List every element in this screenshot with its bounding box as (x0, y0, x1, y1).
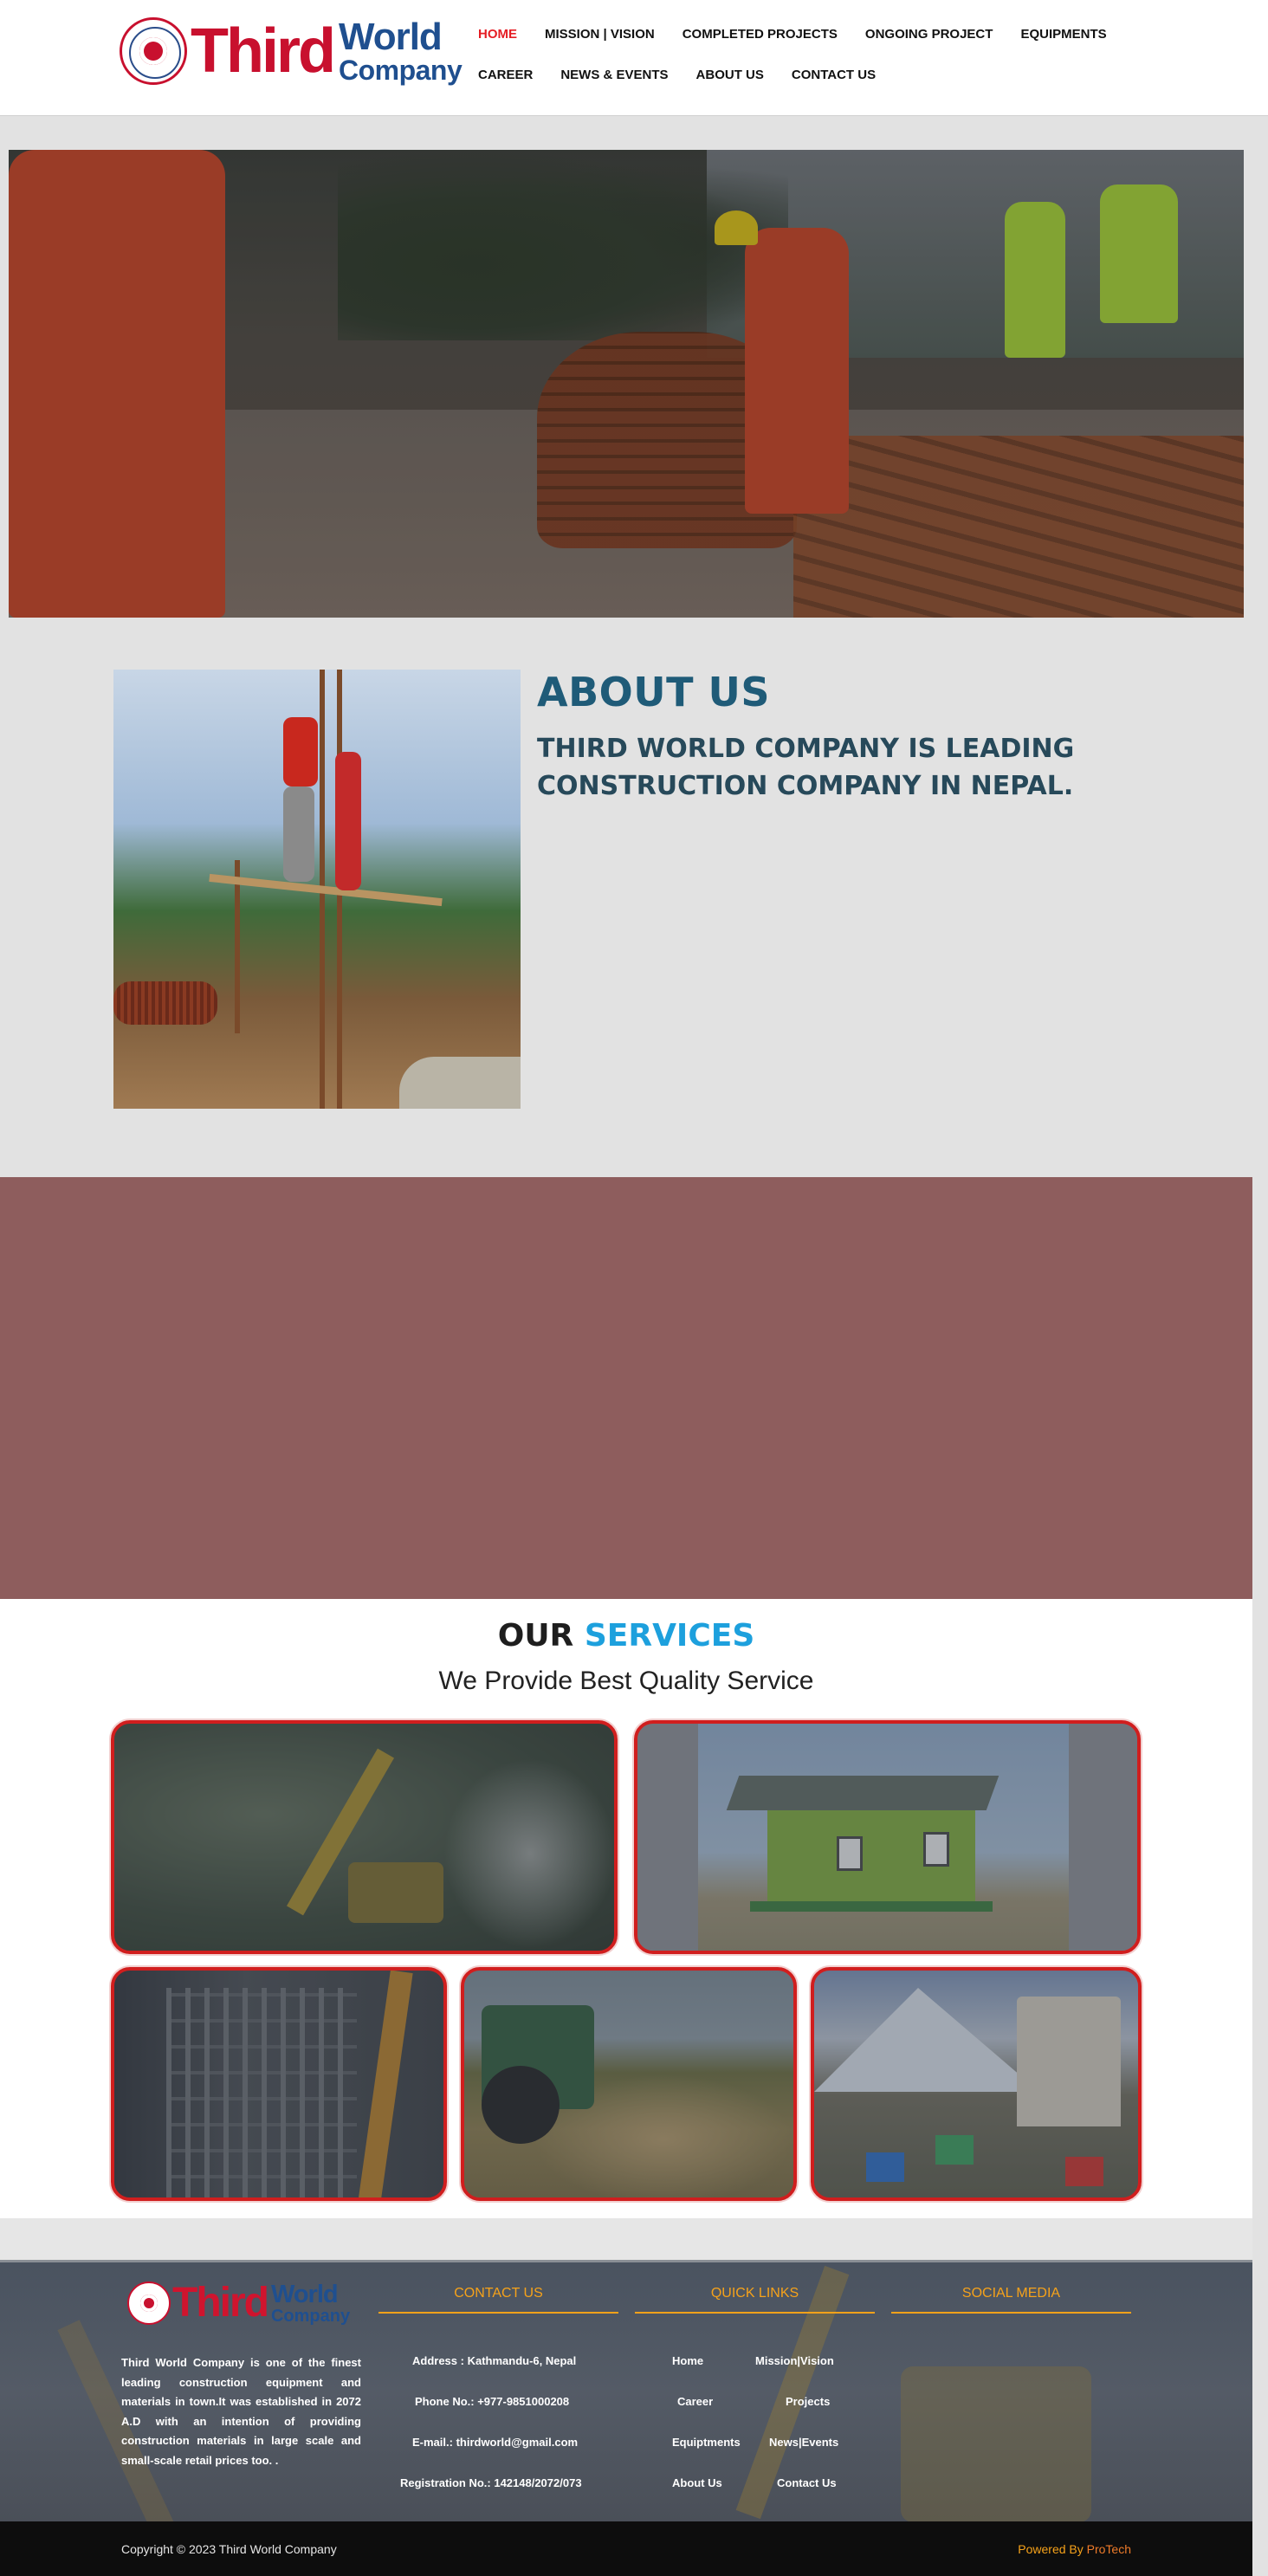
powered-by-link[interactable]: ProTech (1087, 2542, 1131, 2556)
site-logo[interactable]: Third World Company (120, 16, 463, 86)
footer-link-career[interactable]: Career (677, 2395, 713, 2408)
services-title-highlight: SERVICES (584, 1618, 755, 1654)
logo-text-world: World (338, 16, 443, 58)
nav-news-events[interactable]: NEWS & EVENTS (560, 67, 668, 84)
footer-email: E-mail.: thirdworld@gmail.com (412, 2436, 579, 2449)
service-card-excavation[interactable] (111, 1720, 618, 1954)
nav-contact-us[interactable]: CONTACT US (792, 67, 876, 84)
powered-by: Powered By ProTech (1018, 2542, 1131, 2556)
about-title: ABOUT US (537, 669, 770, 715)
footer-link-projects[interactable]: Projects (786, 2395, 830, 2408)
service-card-building[interactable] (634, 1720, 1141, 1954)
footer-quick-links-heading: QUICK LINKS (710, 2286, 799, 2301)
nav-mission-vision[interactable]: MISSION | VISION (545, 26, 655, 43)
footer-contact-underline (378, 2312, 618, 2314)
nav-career[interactable]: CAREER (478, 67, 533, 84)
footer-social-underline (891, 2312, 1131, 2314)
services-subtitle: We Provide Best Quality Service (438, 1667, 814, 1695)
footer-link-news-events[interactable]: News|Events (769, 2436, 838, 2449)
footer-link-about-us[interactable]: About Us (672, 2476, 722, 2489)
powered-by-label: Powered By (1018, 2542, 1087, 2556)
services-title-prefix: OUR (497, 1618, 574, 1654)
hero-banner-image (9, 150, 1244, 618)
footer-logo-text-third: Third (172, 2280, 269, 2326)
footer-phone: Phone No.: +977-9851000208 (415, 2395, 570, 2408)
footer-link-contact-us[interactable]: Contact Us (777, 2476, 837, 2489)
main-nav: HOME MISSION | VISION COMPLETED PROJECTS… (478, 26, 1136, 84)
footer-link-equipments[interactable]: Equiptments (672, 2436, 741, 2449)
nav-completed-projects[interactable]: COMPLETED PROJECTS (683, 26, 838, 43)
footer-quick-links-underline (635, 2312, 875, 2314)
copyright-text: Copyright © 2023 Third World Company (121, 2542, 337, 2556)
service-card-formwork[interactable] (111, 1967, 447, 2201)
nav-home[interactable]: HOME (478, 26, 517, 43)
about-image (113, 670, 521, 1109)
color-band (0, 1177, 1252, 1599)
footer-logo-text-world: World (270, 2280, 339, 2308)
services-section: OUR SERVICES We Provide Best Quality Ser… (0, 1599, 1252, 2218)
site-header: Third World Company HOME MISSION | VISIO… (0, 0, 1268, 116)
footer-logo-text-company: Company (270, 2306, 351, 2326)
logo-text-third: Third (191, 16, 336, 86)
logo-emblem-icon (120, 17, 187, 85)
footer-link-home[interactable]: Home (672, 2354, 703, 2367)
footer-separator (0, 2218, 1252, 2260)
footer-contact-heading: CONTACT US (454, 2286, 543, 2301)
logo-text-world-company: World Company (338, 16, 463, 86)
footer-about-text: Third World Company is one of the finest… (121, 2356, 361, 2467)
footer-link-mission-vision[interactable]: Mission|Vision (755, 2354, 834, 2367)
service-card-agriculture[interactable] (461, 1967, 797, 2201)
footer-logo[interactable]: Third World Company (127, 2282, 350, 2325)
nav-ongoing-project[interactable]: ONGOING PROJECT (865, 26, 993, 43)
footer-address: Address : Kathmandu-6, Nepal (412, 2354, 577, 2367)
about-subtitle: THIRD WORLD COMPANY IS LEADING CONSTRUCT… (537, 734, 1075, 801)
nav-about-us[interactable]: ABOUT US (696, 67, 764, 84)
services-title: OUR SERVICES (0, 1618, 1252, 1654)
footer-registration: Registration No.: 142148/2072/073 (400, 2476, 582, 2489)
nav-equipments[interactable]: EQUIPMENTS (1020, 26, 1106, 43)
logo-text-company: Company (338, 55, 463, 86)
service-card-expedition[interactable] (811, 1967, 1142, 2201)
site-footer: Third World Company Third World Company … (0, 2260, 1252, 2521)
copyright-bar: Copyright © 2023 Third World Company Pow… (0, 2521, 1252, 2576)
footer-logo-emblem-icon (127, 2282, 171, 2325)
footer-social-heading: SOCIAL MEDIA (961, 2286, 1061, 2301)
